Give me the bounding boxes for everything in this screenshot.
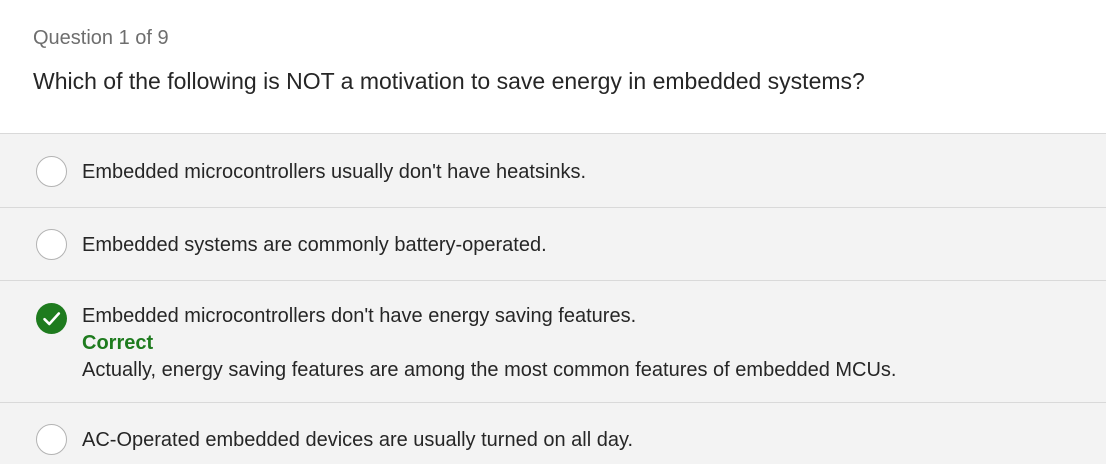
radio-circle-icon[interactable] <box>36 156 67 187</box>
question-header: Question 1 of 9 Which of the following i… <box>0 0 1106 133</box>
radio-circle-icon[interactable] <box>36 229 67 260</box>
answer-option-label: Embedded microcontrollers usually don't … <box>82 161 587 183</box>
radio-circle-icon[interactable] <box>36 424 67 455</box>
answer-option-selected[interactable]: Embedded microcontrollers don't have ene… <box>0 280 1106 402</box>
answer-option[interactable]: AC-Operated embedded devices are usually… <box>0 402 1106 464</box>
answer-option-label: Embedded systems are commonly battery-op… <box>82 234 547 256</box>
answer-option-label: Embedded microcontrollers don't have ene… <box>82 305 637 327</box>
feedback-status: Correct <box>82 332 154 354</box>
question-text: Which of the following is NOT a motivati… <box>33 68 865 94</box>
checkmark-icon[interactable] <box>36 303 67 334</box>
question-counter: Question 1 of 9 <box>33 27 169 49</box>
answer-option[interactable]: Embedded systems are commonly battery-op… <box>0 207 1106 280</box>
answer-options: Embedded microcontrollers usually don't … <box>0 133 1106 464</box>
feedback-explanation: Actually, energy saving features are amo… <box>82 359 897 381</box>
answer-option[interactable]: Embedded microcontrollers usually don't … <box>0 133 1106 207</box>
answer-option-label: AC-Operated embedded devices are usually… <box>82 429 634 451</box>
